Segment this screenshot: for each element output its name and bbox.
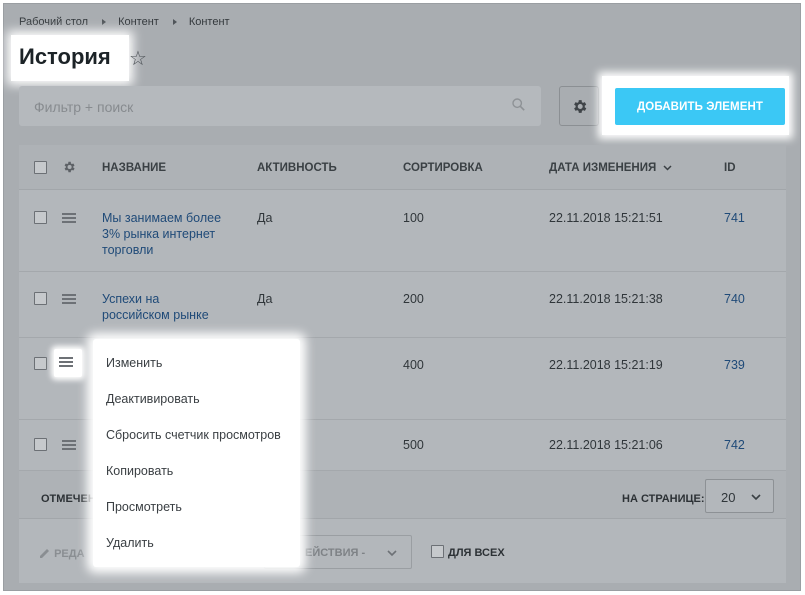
breadcrumb-item-content[interactable]: Контент — [118, 16, 159, 28]
menu-item-reset-views[interactable]: Сбросить счетчик просмотров — [106, 428, 281, 442]
per-page-label: НА СТРАНИЦЕ: — [622, 493, 705, 505]
row-id[interactable]: 741 — [724, 210, 745, 226]
actions-select-label: ЕЙСТВИЯ - — [305, 547, 366, 559]
row-checkbox[interactable] — [34, 357, 47, 370]
table-header: НАЗВАНИЕ АКТИВНОСТЬ СОРТИРОВКА ДАТА ИЗМЕ… — [19, 145, 786, 190]
edit-button[interactable]: РЕДА — [39, 547, 85, 560]
row-name-line: торговли — [102, 243, 154, 257]
row-menu-icon[interactable] — [62, 440, 76, 450]
menu-item-copy[interactable]: Копировать — [106, 464, 173, 478]
per-page-value: 20 — [721, 490, 736, 505]
row-active: Да — [257, 292, 273, 306]
for-all-label: ДЛЯ ВСЕХ — [448, 547, 505, 559]
row-name-line: 3% рынка интернет — [102, 227, 216, 241]
add-element-button[interactable]: ДОБАВИТЬ ЭЛЕМЕНТ — [615, 88, 785, 125]
menu-item-edit[interactable]: Изменить — [106, 356, 162, 370]
settings-button[interactable] — [559, 86, 599, 126]
row-name-link[interactable]: Успехи на российском рынке — [102, 291, 209, 323]
per-page-select[interactable]: 20 — [705, 479, 774, 513]
chevron-down-icon — [663, 165, 672, 171]
row-sort: 100 — [403, 211, 424, 225]
star-icon[interactable]: ☆ — [129, 46, 147, 71]
menu-item-delete[interactable]: Удалить — [106, 536, 154, 550]
select-all-checkbox[interactable] — [34, 161, 47, 174]
row-checkbox[interactable] — [34, 292, 47, 305]
row-id[interactable]: 739 — [724, 357, 745, 373]
row-menu-icon[interactable] — [62, 213, 76, 223]
edit-button-label: РЕДА — [54, 548, 85, 560]
row-sort: 400 — [403, 358, 424, 372]
row-name-line: Успехи на — [102, 292, 160, 306]
chevron-right-icon — [172, 19, 177, 25]
row-date: 22.11.2018 15:21:38 — [549, 292, 663, 306]
row-sort: 200 — [403, 292, 424, 306]
table-row[interactable]: Успехи на российском рынке Да 200 22.11.… — [19, 273, 786, 338]
row-date: 22.11.2018 15:21:51 — [549, 211, 663, 225]
column-header-active[interactable]: АКТИВНОСТЬ — [257, 162, 337, 174]
row-menu-icon[interactable] — [62, 294, 76, 304]
for-all-toggle[interactable]: ДЛЯ ВСЕХ — [431, 545, 505, 559]
menu-item-view[interactable]: Просмотреть — [106, 500, 182, 514]
row-checkbox[interactable] — [34, 438, 47, 451]
column-header-date-label: ДАТА ИЗМЕНЕНИЯ — [549, 162, 657, 174]
context-menu — [93, 339, 300, 567]
row-checkbox[interactable] — [34, 211, 47, 224]
gear-icon[interactable] — [62, 160, 76, 174]
row-name-line: российском рынке — [102, 308, 209, 322]
breadcrumb: Рабочий стол Контент Контент — [19, 16, 230, 28]
column-header-id[interactable]: ID — [724, 162, 736, 174]
chevron-right-icon — [102, 19, 107, 25]
page-title: История — [19, 44, 111, 69]
column-header-sort[interactable]: СОРТИРОВКА — [403, 162, 483, 174]
filter-search-input[interactable]: Фильтр + поиск — [19, 86, 541, 126]
page-frame: Рабочий стол Контент Контент История ☆ Ф… — [3, 3, 801, 591]
column-header-name[interactable]: НАЗВАНИЕ — [102, 162, 166, 174]
row-id[interactable]: 740 — [724, 291, 745, 307]
table-row[interactable]: Мы занимаем более 3% рынка интернет торг… — [19, 191, 786, 272]
row-id[interactable]: 742 — [724, 437, 745, 453]
row-sort: 500 — [403, 438, 424, 452]
for-all-checkbox[interactable] — [431, 545, 444, 558]
filter-placeholder: Фильтр + поиск — [34, 99, 134, 115]
pencil-icon — [40, 549, 49, 558]
row-active: Да — [257, 211, 273, 225]
row-date: 22.11.2018 15:21:19 — [549, 358, 663, 372]
column-header-date[interactable]: ДАТА ИЗМЕНЕНИЯ — [549, 162, 672, 174]
selected-count-label: ОТМЕЧЕН — [41, 493, 96, 505]
chevron-down-icon — [387, 550, 397, 557]
row-name-line: Мы занимаем более — [102, 211, 222, 225]
chevron-down-icon — [751, 494, 761, 501]
row-date: 22.11.2018 15:21:06 — [549, 438, 663, 452]
row-menu-icon-active[interactable] — [59, 357, 73, 367]
breadcrumb-item-content-current[interactable]: Контент — [189, 16, 230, 28]
gear-icon — [574, 100, 587, 113]
search-icon[interactable] — [512, 98, 525, 111]
breadcrumb-item-desktop[interactable]: Рабочий стол — [19, 16, 88, 28]
row-name-link[interactable]: Мы занимаем более 3% рынка интернет торг… — [102, 210, 221, 258]
menu-item-deactivate[interactable]: Деактивировать — [106, 392, 200, 406]
